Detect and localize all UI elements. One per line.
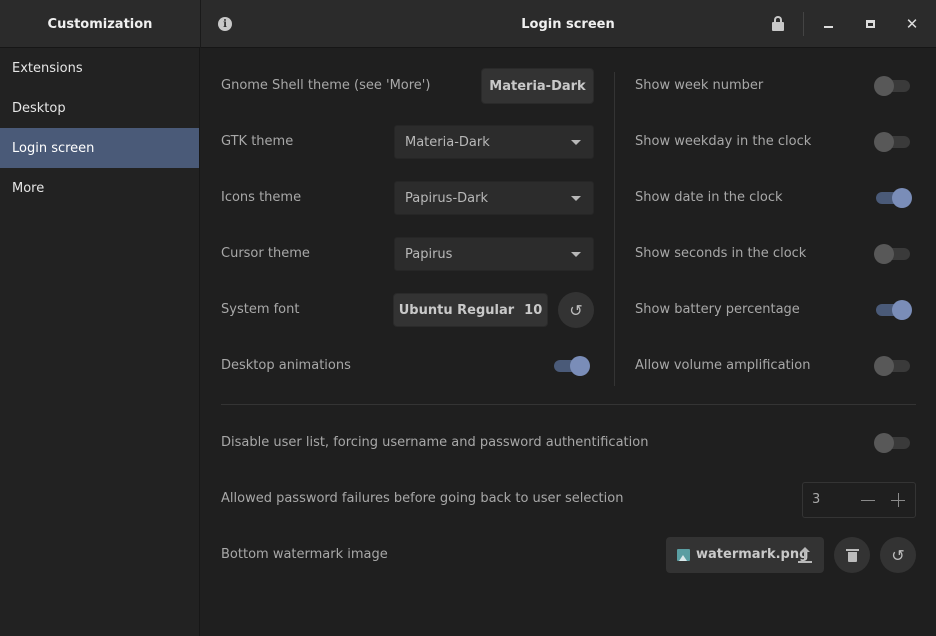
- gtk-theme-label: GTK theme: [221, 134, 294, 149]
- volume-amplification-label: Allow volume amplification: [635, 358, 811, 373]
- show-week-number-switch[interactable]: [874, 76, 912, 96]
- cursor-theme-label: Cursor theme: [221, 246, 310, 261]
- maximize-button[interactable]: [858, 12, 882, 36]
- watermark-label: Bottom watermark image: [221, 547, 388, 562]
- shell-theme-button[interactable]: Materia-Dark: [481, 68, 594, 104]
- password-failures-spinbutton[interactable]: 3: [802, 482, 916, 518]
- show-seconds-label: Show seconds in the clock: [635, 246, 807, 261]
- header-bar: Customization i Login screen ✕: [0, 0, 936, 48]
- show-date-switch[interactable]: [874, 188, 912, 208]
- reset-watermark-button[interactable]: ↺: [880, 537, 916, 573]
- system-font-button[interactable]: Ubuntu Regular 10: [393, 293, 548, 327]
- show-battery-switch[interactable]: [874, 300, 912, 320]
- section-divider: [221, 404, 916, 405]
- chevron-down-icon: [571, 140, 581, 145]
- shell-theme-label: Gnome Shell theme (see 'More'): [221, 78, 431, 93]
- sidebar-item-login-screen[interactable]: Login screen: [0, 128, 199, 168]
- app-title: Customization: [47, 16, 153, 32]
- sidebar-item-desktop[interactable]: Desktop: [0, 88, 199, 128]
- cursor-theme-dropdown[interactable]: Papirus: [394, 237, 594, 271]
- page-title: Login screen: [521, 16, 615, 32]
- close-button[interactable]: ✕: [900, 12, 924, 36]
- system-font-size: 10: [524, 302, 543, 318]
- show-seconds-switch[interactable]: [874, 244, 912, 264]
- maximize-icon: [865, 20, 875, 28]
- minimize-button[interactable]: [816, 12, 840, 36]
- volume-amplification-switch[interactable]: [874, 356, 912, 376]
- trash-icon: [845, 548, 859, 562]
- info-icon[interactable]: i: [218, 17, 232, 31]
- header-divider: [803, 12, 804, 36]
- reset-font-button[interactable]: ↺: [558, 292, 594, 328]
- password-failures-label: Allowed password failures before going b…: [221, 491, 624, 506]
- sidebar-item-extensions[interactable]: Extensions: [0, 48, 199, 88]
- icons-theme-label: Icons theme: [221, 190, 302, 205]
- column-divider: [614, 72, 615, 386]
- icons-theme-value: Papirus-Dark: [405, 190, 488, 206]
- minus-icon[interactable]: [861, 500, 875, 501]
- watermark-file-name: watermark.png: [696, 547, 809, 562]
- delete-watermark-button[interactable]: [834, 537, 870, 573]
- plus-icon-vertical[interactable]: [898, 493, 899, 507]
- show-date-label: Show date in the clock: [635, 190, 783, 205]
- show-battery-label: Show battery percentage: [635, 302, 800, 317]
- system-font-label: System font: [221, 302, 300, 317]
- gtk-theme-value: Materia-Dark: [405, 134, 490, 150]
- password-failures-value[interactable]: 3: [812, 492, 820, 507]
- desktop-animations-label: Desktop animations: [221, 358, 351, 373]
- lock-icon[interactable]: [771, 16, 785, 32]
- show-week-number-label: Show week number: [635, 78, 764, 93]
- icons-theme-dropdown[interactable]: Papirus-Dark: [394, 181, 594, 215]
- show-weekday-label: Show weekday in the clock: [635, 134, 812, 149]
- sidebar-item-more[interactable]: More: [0, 168, 199, 208]
- chevron-down-icon: [571, 196, 581, 201]
- settings-panel: Gnome Shell theme (see 'More') Materia-D…: [201, 48, 936, 636]
- undo-icon: ↺: [569, 300, 583, 320]
- chevron-down-icon: [571, 252, 581, 257]
- close-icon: ✕: [905, 15, 919, 33]
- desktop-animations-switch[interactable]: [552, 356, 590, 376]
- disable-user-list-label: Disable user list, forcing username and …: [221, 435, 649, 450]
- undo-icon: ↺: [891, 545, 905, 565]
- header-separator: [200, 0, 201, 48]
- show-weekday-switch[interactable]: [874, 132, 912, 152]
- upload-icon: [798, 547, 812, 563]
- disable-user-list-switch[interactable]: [874, 433, 912, 453]
- image-icon: [677, 549, 690, 561]
- system-font-name: Ubuntu Regular: [398, 302, 515, 318]
- cursor-theme-value: Papirus: [405, 246, 453, 262]
- minimize-icon: [823, 26, 833, 28]
- gtk-theme-dropdown[interactable]: Materia-Dark: [394, 125, 594, 159]
- sidebar: Extensions Desktop Login screen More: [0, 48, 200, 636]
- watermark-file-button[interactable]: watermark.png: [666, 537, 824, 573]
